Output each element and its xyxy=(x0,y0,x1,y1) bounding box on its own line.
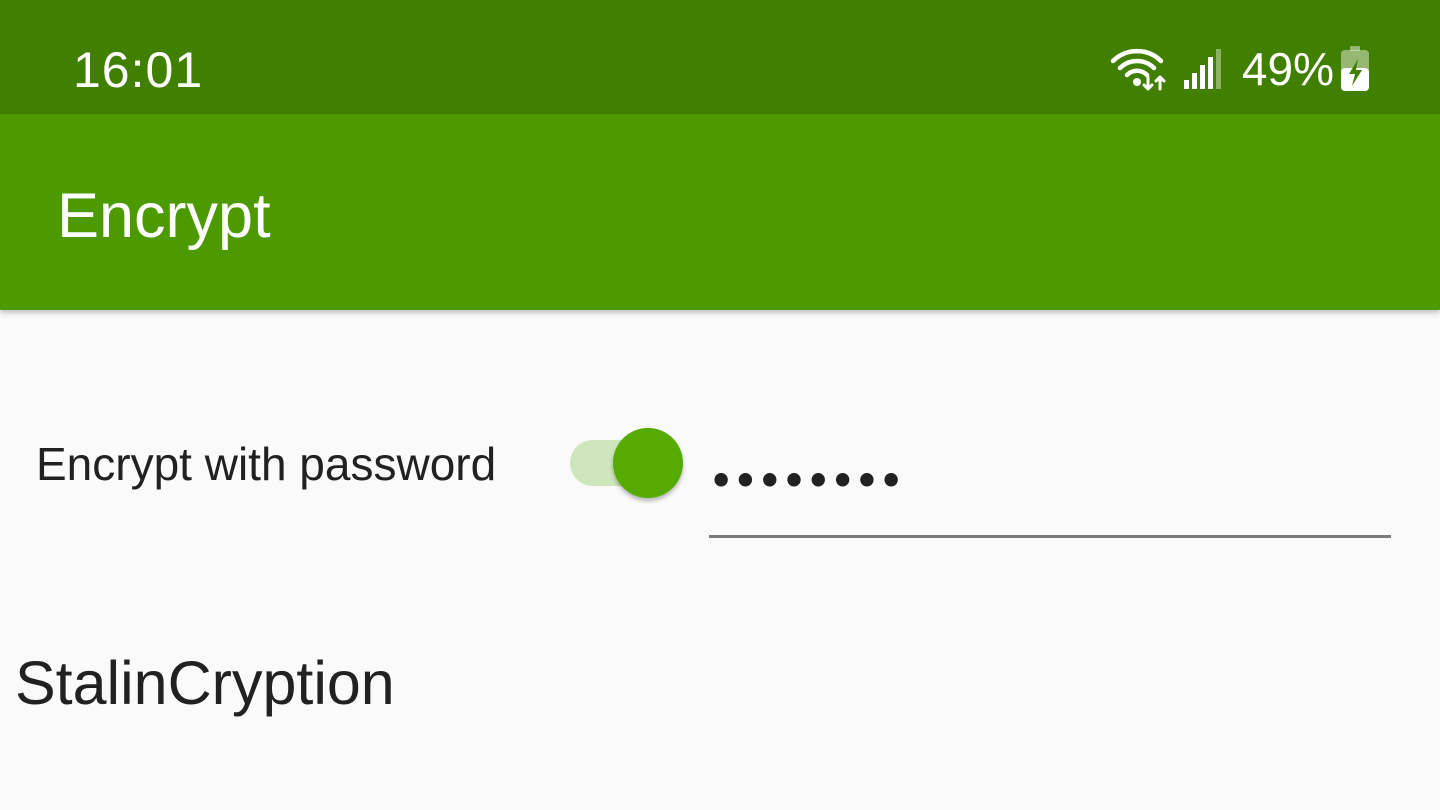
app-title: Encrypt xyxy=(57,181,271,251)
switch-thumb xyxy=(613,428,683,498)
password-field-underline xyxy=(709,535,1391,538)
status-bar: 16:01 49% xyxy=(0,0,1440,114)
cellular-signal-icon xyxy=(1182,48,1222,90)
battery-charging-icon xyxy=(1340,46,1370,92)
encrypt-with-password-switch[interactable] xyxy=(569,426,685,500)
app-bar: Encrypt xyxy=(0,114,1440,310)
status-time: 16:01 xyxy=(73,42,204,98)
password-field[interactable]: •••••••• xyxy=(709,440,1391,538)
encrypt-with-password-label: Encrypt with password xyxy=(36,438,497,490)
encryption-method-label: StalinCryption xyxy=(15,649,395,717)
wifi-icon xyxy=(1110,47,1168,91)
status-icons: 49% xyxy=(1110,44,1370,94)
password-masked-value: •••••••• xyxy=(709,459,904,503)
battery-percentage: 49% xyxy=(1241,43,1334,95)
